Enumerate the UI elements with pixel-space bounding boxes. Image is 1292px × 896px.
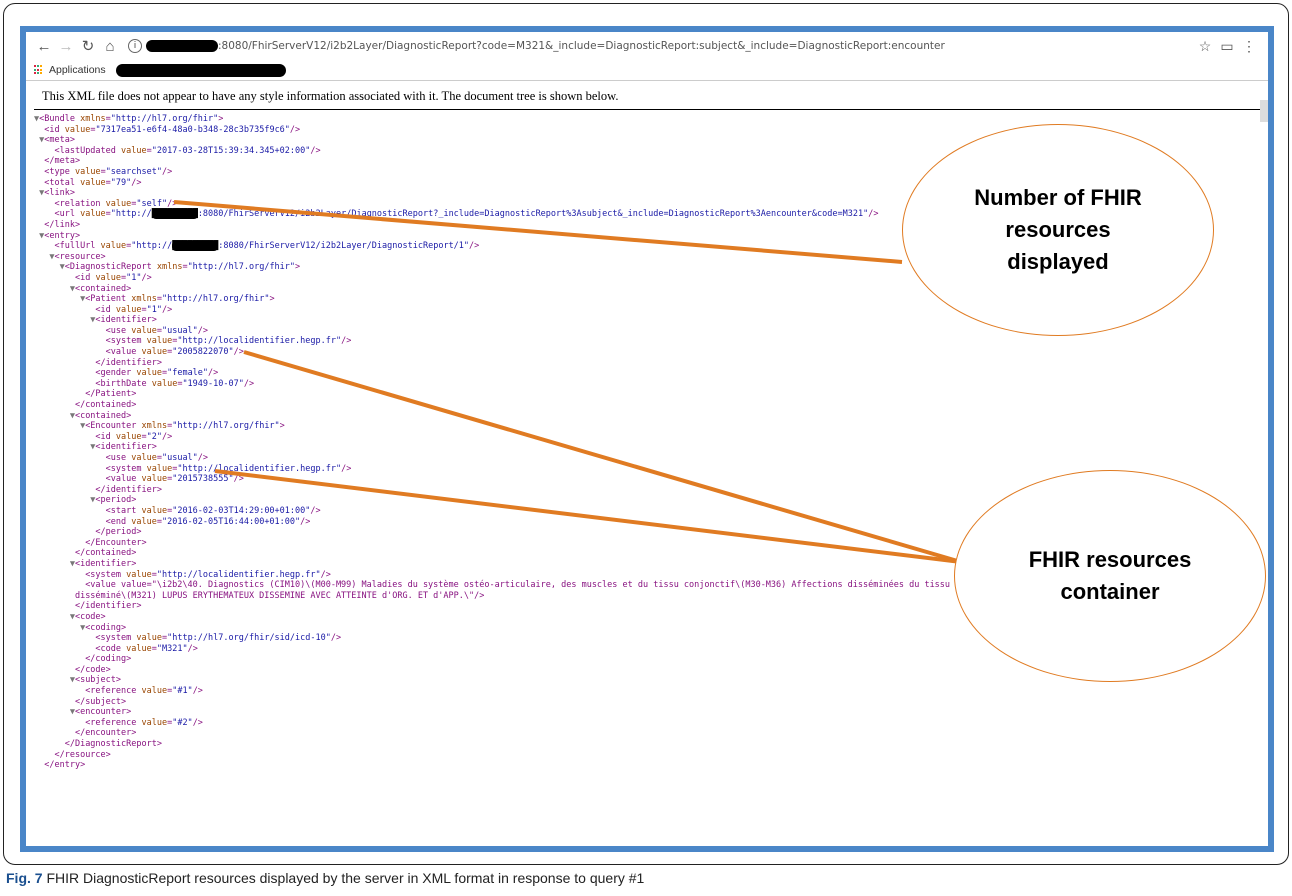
screenshot-frame: ← → ↻ ⌂ i :8080/FhirServerV12/i2b2Layer/… [20,26,1274,852]
callout-number-displayed: Number of FHIR resources displayed [902,124,1214,336]
caption-label: Fig. 7 [6,870,43,886]
arrow-encounter [214,469,962,564]
arrow-total [173,200,903,264]
arrow-patient [243,350,962,564]
callout-resources-container: FHIR resources container [954,470,1266,682]
caption-text: FHIR DiagnosticReport resources displaye… [42,870,645,886]
figure-caption: Fig. 7 FHIR DiagnosticReport resources d… [6,870,644,886]
browser-window: ← → ↻ ⌂ i :8080/FhirServerV12/i2b2Layer/… [26,32,1268,846]
